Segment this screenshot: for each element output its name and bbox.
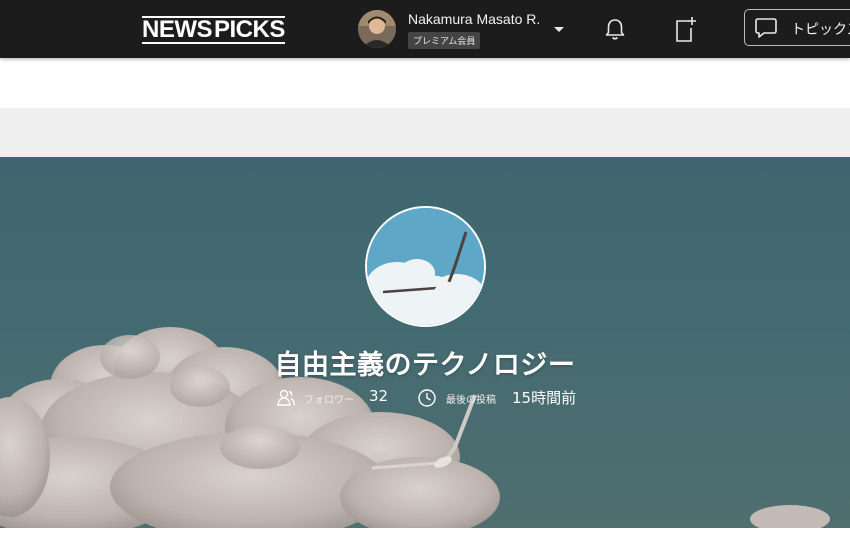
top-nav-bar: NEWSPICKS Nakamura Masato R. プレミアム会員 トピッ… bbox=[0, 0, 850, 58]
chevron-down-icon[interactable] bbox=[554, 27, 564, 32]
last-post-value: 15時間前 bbox=[512, 389, 577, 407]
last-post-label: 最後の投稿 bbox=[446, 395, 496, 406]
chat-bubble-icon bbox=[755, 18, 777, 38]
bell-icon bbox=[605, 19, 625, 40]
followers-count: 32 bbox=[369, 387, 389, 405]
section-divider bbox=[0, 108, 850, 157]
content-area bbox=[0, 528, 850, 550]
topic-stats: フォロワー 32 最後の投稿 15時間前 bbox=[0, 386, 850, 410]
avatar[interactable] bbox=[358, 10, 396, 48]
premium-member-badge: プレミアム会員 bbox=[408, 32, 481, 49]
new-post-icon bbox=[676, 17, 696, 42]
topics-button-label: トピックス bbox=[791, 22, 850, 38]
topic-hero: 自由主義のテクノロジー フォロワー 32 最後の投稿 15時間前 bbox=[0, 157, 850, 528]
newspicks-logo[interactable]: NEWSPICKS bbox=[142, 12, 285, 46]
notifications-button[interactable] bbox=[600, 14, 630, 44]
new-post-button[interactable] bbox=[672, 14, 702, 44]
topic-image bbox=[365, 206, 486, 327]
topic-title: 自由主義のテクノロジー bbox=[274, 350, 576, 381]
topics-button[interactable]: トピックス bbox=[744, 9, 850, 46]
user-menu[interactable]: Nakamura Masato R. プレミアム会員 bbox=[358, 8, 568, 52]
followers-label: フォロワー bbox=[304, 395, 354, 406]
logo-bottom-rule bbox=[142, 42, 285, 44]
followers-icon bbox=[277, 389, 296, 406]
user-name[interactable]: Nakamura Masato R. bbox=[408, 11, 540, 27]
clock-icon bbox=[418, 389, 436, 407]
logo-top-rule bbox=[142, 16, 285, 18]
